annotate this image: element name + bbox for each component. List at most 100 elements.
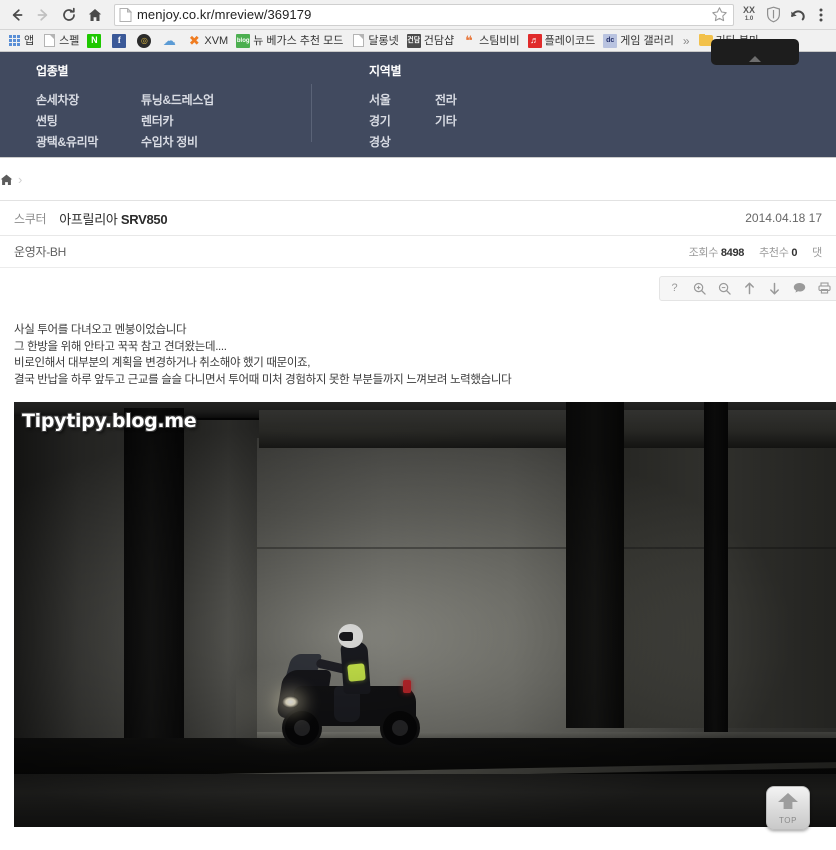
wall-left-panel [14, 416, 132, 746]
bookmarks-overflow-button[interactable]: » [678, 34, 695, 48]
star-icon[interactable] [711, 6, 729, 24]
zoom-in-icon[interactable] [687, 277, 712, 300]
bookmark-xvm[interactable]: ✖ XVM [183, 31, 232, 50]
overpass-underside [259, 410, 836, 448]
rear-wheel [380, 708, 420, 748]
pillar-center [566, 402, 624, 728]
undo-extension-icon[interactable] [786, 3, 808, 27]
article-stats: 조회수 8498 추천수 0 댓 [689, 244, 823, 260]
document-icon [351, 34, 365, 48]
post-body: 사실 투어를 다녀오고 멘붕이었습니다 그 한방을 위해 안타고 꾹꾹 참고 견… [0, 308, 836, 388]
photo-scene [14, 402, 836, 827]
article-title-plain: 아프릴리아 [59, 211, 121, 227]
menu-group-business: 업종별 손세차장 썬팅 광택&유리막 튜닝&드레스업 렌터카 수입차 정비 [36, 62, 271, 157]
wall-mid-panel [179, 420, 261, 746]
page-document-icon [119, 6, 133, 22]
menu-item-import-service[interactable]: 수입차 정비 [141, 132, 271, 153]
menu-item-gyeongsang[interactable]: 경상 [369, 132, 435, 153]
cloud-icon: ☁ [162, 33, 176, 48]
address-bar[interactable]: menjoy.co.kr/mreview/369179 [114, 3, 734, 26]
view-count: 조회수 8498 [689, 244, 745, 260]
forward-arrow-icon [30, 2, 56, 28]
site-mega-menu: 업종별 손세차장 썬팅 광택&유리막 튜닝&드레스업 렌터카 수입차 정비 지역… [0, 39, 836, 157]
print-icon[interactable] [812, 277, 836, 300]
scroll-down-icon[interactable] [762, 277, 787, 300]
rider-hi-vis-vest [347, 663, 366, 682]
article-date: 2014.04.18 17 [745, 211, 822, 225]
bookmark-gamegallery[interactable]: dc 게임 갤러리 [599, 31, 678, 50]
extension-icons: XX 1.0 [738, 3, 832, 27]
dark-circle-icon: ◎ [137, 33, 152, 48]
post-line: 그 한방을 위해 안타고 꾹꾹 참고 견뎌왔는데.... [14, 340, 227, 353]
article-author[interactable]: 운영자-BH [14, 243, 66, 260]
article-toolbar: ? [659, 275, 836, 301]
bookmark-label: 스팀비비 [479, 34, 520, 47]
bookmark-newvegas[interactable]: blog 뉴 베가스 추천 모드 [232, 31, 347, 50]
back-arrow-icon[interactable] [4, 2, 30, 28]
bookmark-steambb[interactable]: ❝ 스팀비비 [458, 31, 523, 50]
wall-right-panel [624, 428, 836, 728]
post-line: 비로인해서 대부분의 계획을 변경하거나 취소해야 했기 때문이죠, [14, 357, 311, 369]
bookmark-label: 플레이코드 [544, 34, 596, 47]
recommend-count: 추천수 0 [759, 244, 797, 260]
bookmark-playcode[interactable]: ♬ 플레이코드 [524, 31, 600, 50]
bookmark-dark-circle[interactable]: ◎ [133, 31, 158, 50]
zoom-out-icon[interactable] [712, 277, 737, 300]
bookmark-label: XVM [204, 34, 229, 47]
page-title: 아프릴리아 SRV850 [59, 209, 167, 228]
url-text[interactable]: menjoy.co.kr/mreview/369179 [137, 7, 711, 22]
scroll-to-top-button[interactable]: TOP [766, 786, 810, 830]
bookmark-dalrongnet[interactable]: 달롱넷 [347, 31, 402, 50]
chrome-menu-icon[interactable] [810, 3, 832, 27]
menu-group-region: 지역별 서울 경기 경상 전라 기타 [311, 62, 501, 157]
menu-item-polish-film[interactable]: 광택&유리막 [36, 132, 141, 153]
menu-item-seoul[interactable]: 서울 [369, 90, 435, 111]
road-surface [14, 774, 836, 827]
menu-column: 튜닝&드레스업 렌터카 수입차 정비 [141, 90, 271, 153]
menu-item-rentcar[interactable]: 렌터카 [141, 111, 271, 132]
tail-light [403, 680, 411, 693]
bookmark-cloud[interactable]: ☁ [158, 31, 183, 50]
menu-item-gyeonggi[interactable]: 경기 [369, 111, 435, 132]
recommend-count-label: 추천수 [759, 246, 789, 259]
bookmark-naver[interactable]: N [83, 31, 108, 50]
menu-group-heading: 지역별 [369, 64, 402, 78]
pillar-right [704, 402, 728, 732]
browser-toolbar: menjoy.co.kr/mreview/369179 XX 1.0 [0, 0, 836, 30]
menu-item-carwash[interactable]: 손세차장 [36, 90, 141, 111]
bookmark-gundamshop[interactable]: 건담 건담샵 [403, 31, 458, 50]
bookmark-facebook[interactable]: f [108, 31, 133, 50]
shield-extension-icon[interactable] [762, 3, 784, 27]
comment-icon[interactable] [787, 277, 812, 300]
article-category[interactable]: 스쿠터 [14, 210, 47, 227]
menu-item-tuning-dressup[interactable]: 튜닝&드레스업 [141, 90, 271, 111]
facebook-icon: f [112, 33, 127, 48]
menu-item-jeolla[interactable]: 전라 [435, 90, 501, 111]
home-icon[interactable] [82, 2, 108, 28]
article-header: 스쿠터 아프릴리아 SRV850 2014.04.18 17 [0, 200, 836, 236]
article-title-model: SRV850 [120, 211, 168, 227]
document-icon [42, 34, 56, 48]
head-light [282, 696, 299, 708]
post-line: 사실 투어를 다녀오고 멘붕이었습니다 [14, 324, 187, 336]
bookmark-apps[interactable]: 앱 [3, 31, 38, 50]
article-toolbar-row: ? [0, 268, 836, 308]
scooter-and-rider [236, 624, 436, 754]
scroll-up-icon[interactable] [737, 277, 762, 300]
post-photo[interactable]: Tipytipy.blog.me [14, 402, 836, 827]
reload-icon[interactable] [56, 2, 82, 28]
menu-tooltip-popup[interactable] [711, 39, 799, 65]
home-icon[interactable] [0, 173, 13, 185]
caret-up-icon [749, 56, 761, 62]
article-meta: 운영자-BH 조회수 8498 추천수 0 댓 [0, 236, 836, 268]
bookmark-spell[interactable]: 스펠 [38, 31, 83, 50]
page-content: 업종별 손세차장 썬팅 광택&유리막 튜닝&드레스업 렌터카 수입차 정비 지역… [0, 39, 836, 849]
bookmark-label: 건담샵 [423, 34, 455, 47]
help-icon[interactable]: ? [662, 277, 687, 300]
menu-group-heading: 업종별 [36, 64, 69, 78]
menu-item-etc[interactable]: 기타 [435, 111, 501, 132]
menu-item-tinting[interactable]: 썬팅 [36, 111, 141, 132]
dcinside-icon: dc [603, 33, 618, 48]
rider-helmet [338, 624, 363, 648]
translate-extension-icon[interactable]: XX 1.0 [738, 3, 760, 27]
